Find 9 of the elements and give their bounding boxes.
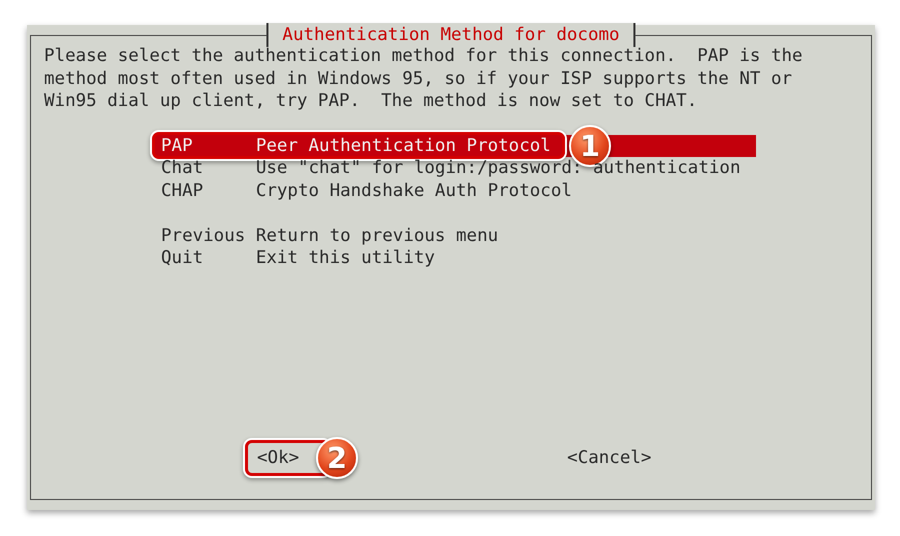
menu-item[interactable]: Quit Exit this utility bbox=[155, 247, 756, 270]
ok-button[interactable]: <Ok> bbox=[257, 446, 300, 469]
step-number-badge: 2 bbox=[316, 436, 358, 478]
menu-item[interactable]: CHAP Crypto Handshake Auth Protocol bbox=[155, 180, 756, 202]
dialog-title: Authentication Method for docomo bbox=[266, 23, 636, 47]
menu-item[interactable]: Chat Use "chat" for login:/password: authentication bbox=[155, 157, 756, 180]
menu-item[interactable]: Previous Return to previous menu bbox=[155, 224, 756, 247]
cancel-button[interactable]: <Cancel> bbox=[567, 446, 652, 469]
dialog-message: Please select the authentication method for this connection. PAP is the method most often used in Windows 95, so if your ISP supports the NT or Win95 dial up client, try PAP. The method is now set to CHAT. bbox=[44, 45, 804, 112]
